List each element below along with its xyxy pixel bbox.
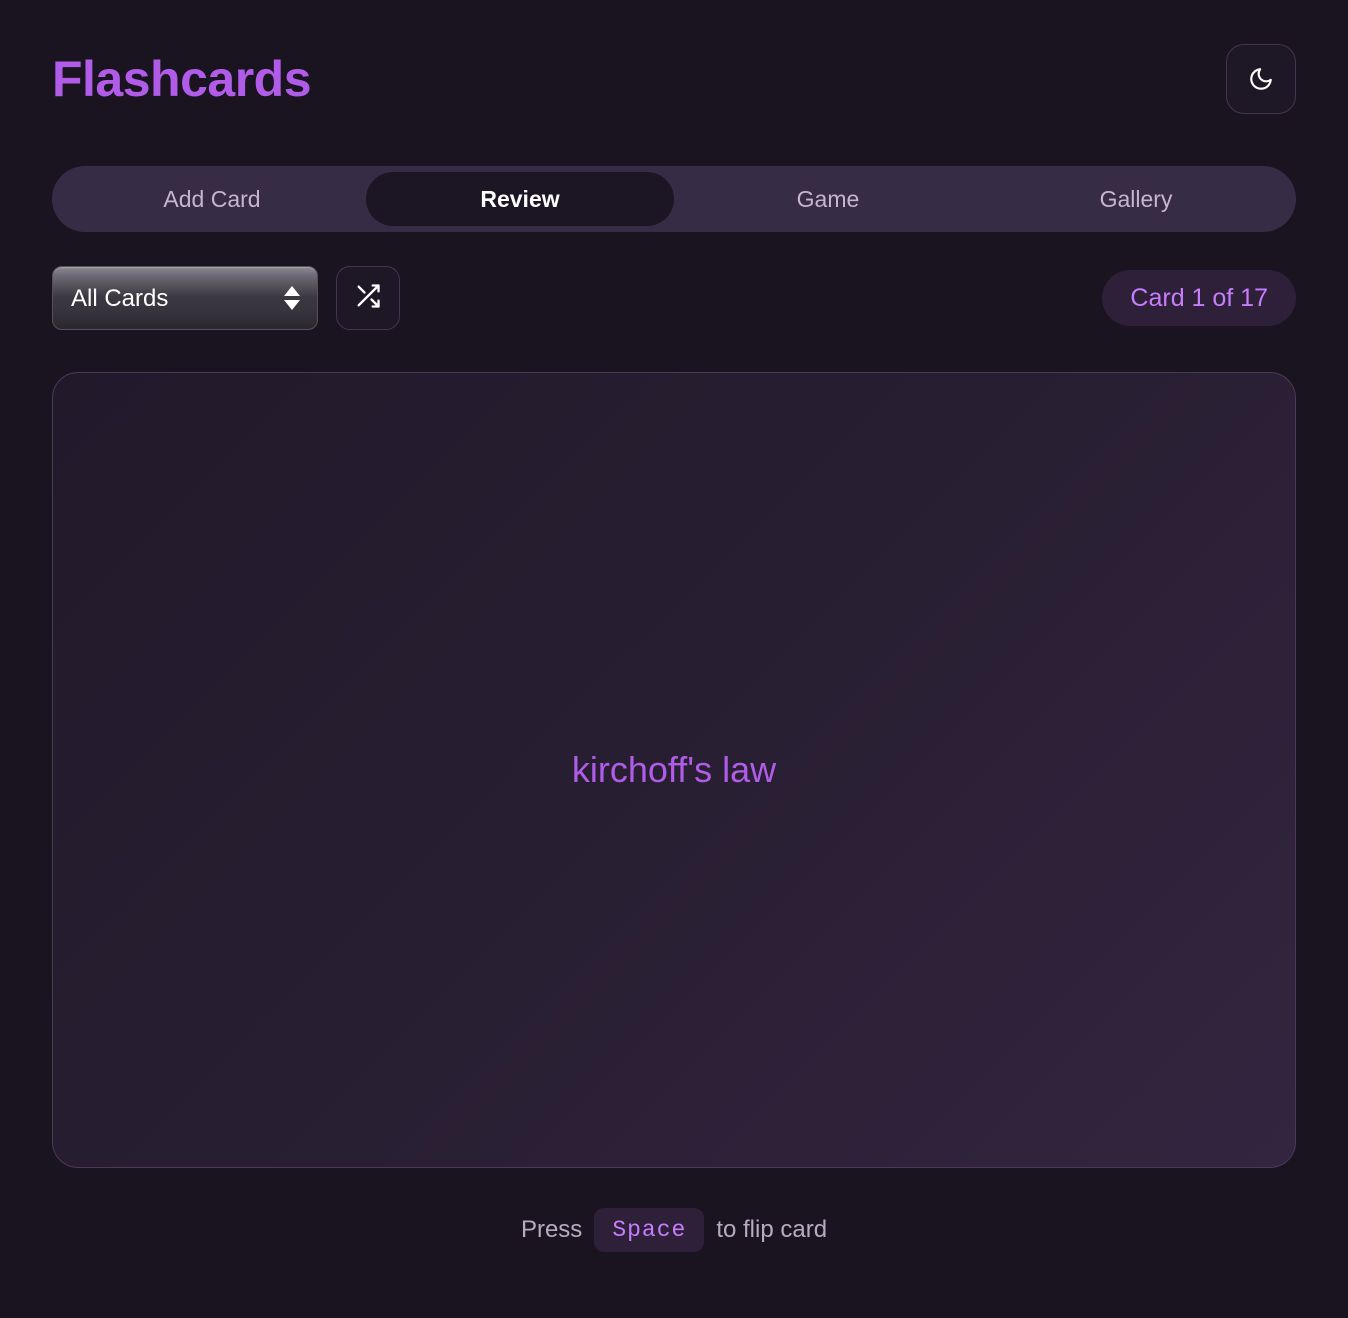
page-title: Flashcards bbox=[52, 50, 312, 107]
tab-review[interactable]: Review bbox=[366, 172, 674, 226]
deck-select-wrapper: All Cards bbox=[52, 266, 318, 330]
shuffle-icon bbox=[354, 282, 382, 315]
keyboard-hint: Press Space to flip card bbox=[52, 1208, 1296, 1252]
deck-select[interactable]: All Cards bbox=[52, 266, 318, 330]
theme-toggle-button[interactable] bbox=[1226, 44, 1296, 114]
controls-row: All Cards Card 1 of 17 bbox=[52, 266, 1296, 330]
hint-prefix: Press bbox=[520, 1216, 583, 1243]
flashcards-app: Flashcards Add Card Review Game Gallery … bbox=[0, 0, 1348, 1318]
hint-suffix: to flip card bbox=[716, 1216, 828, 1243]
tab-bar: Add Card Review Game Gallery bbox=[52, 166, 1296, 232]
app-header: Flashcards bbox=[52, 0, 1296, 114]
shuffle-button[interactable] bbox=[336, 266, 400, 330]
tab-game[interactable]: Game bbox=[674, 172, 982, 226]
space-key-chip: Space bbox=[594, 1208, 705, 1252]
flashcard-text: kirchoff's law bbox=[571, 749, 777, 790]
card-counter-badge: Card 1 of 17 bbox=[1102, 270, 1296, 326]
tab-gallery[interactable]: Gallery bbox=[982, 172, 1290, 226]
flashcard[interactable]: kirchoff's law bbox=[52, 372, 1296, 1168]
moon-icon bbox=[1248, 66, 1274, 92]
tab-add-card[interactable]: Add Card bbox=[58, 172, 366, 226]
